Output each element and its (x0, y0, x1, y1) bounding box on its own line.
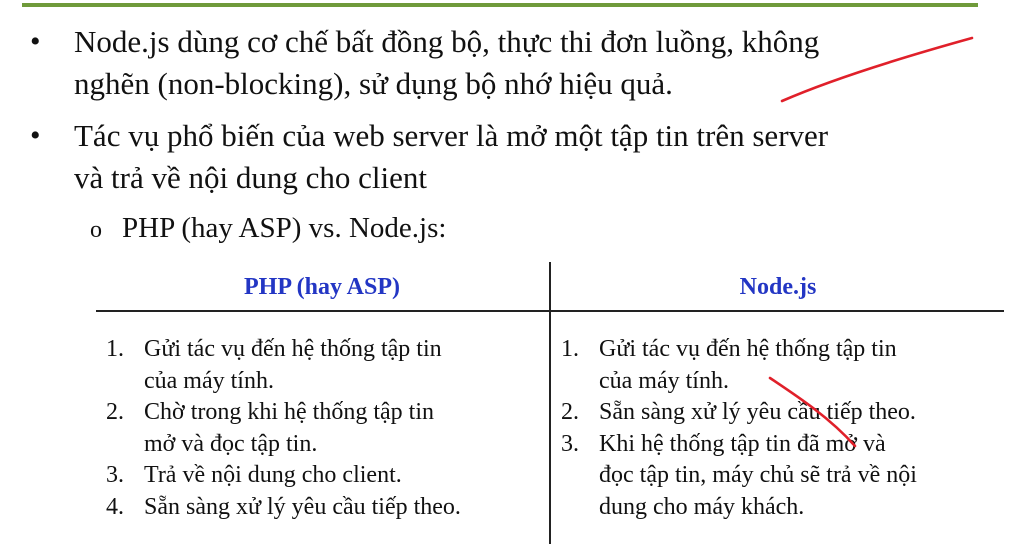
step-text: Khi hệ thống tập tin đã mở và (599, 430, 886, 457)
step-text-continuation: của máy tính. (599, 367, 729, 394)
list-item: 1. Gửi tác vụ đến hệ thống tập tin (561, 334, 917, 366)
step-number: 1. (561, 336, 579, 362)
step-text-continuation: đọc tập tin, máy chủ sẽ trả về nội (599, 462, 917, 488)
step-text: Sẵn sàng xử lý yêu cầu tiếp theo. (599, 399, 916, 425)
step-number: 2. (561, 399, 579, 425)
step-text-continuation: dung cho máy khách. (599, 493, 805, 520)
table-header-nodejs: Node.js (739, 274, 817, 300)
sub-bullet-text: PHP (hay ASP) vs. Node.js: (122, 212, 447, 244)
step-text: Gửi tác vụ đến hệ thống tập tin (599, 336, 897, 362)
nodejs-steps-list: 1. Gửi tác vụ đến hệ thống tập tin của m… (561, 334, 917, 523)
sub-bullet-marker: o (90, 217, 102, 243)
bullet-1-line-1: Node.js dùng cơ chế bất đồng bộ, thực th… (74, 24, 820, 59)
step-text-continuation: của máy tính. (144, 367, 274, 394)
step-text: Chờ trong khi hệ thống tập tin (144, 399, 435, 425)
step-text: Trả về nội dung cho client. (144, 462, 402, 488)
table-header-php: PHP (hay ASP) (243, 274, 400, 300)
list-item: 2. Chờ trong khi hệ thống tập tin (106, 397, 461, 429)
php-steps-list: 1. Gửi tác vụ đến hệ thống tập tin của m… (106, 334, 461, 523)
table-column-divider (549, 262, 551, 544)
step-number: 4. (106, 493, 124, 520)
list-item: 1. Gửi tác vụ đến hệ thống tập tin (106, 334, 461, 366)
bullet-1-line-2: nghẽn (non-blocking), sử dụng bộ nhớ hiệ… (74, 66, 673, 101)
step-number: 1. (106, 336, 124, 362)
list-item: 4. Sẵn sàng xử lý yêu cầu tiếp theo. (106, 492, 461, 524)
list-item: 3. Khi hệ thống tập tin đã mở và (561, 429, 917, 461)
step-number: 3. (106, 462, 124, 488)
bullet-2-line-2: và trả về nội dung cho client (74, 160, 427, 195)
title-underline (22, 3, 978, 7)
step-number: 3. (561, 430, 579, 457)
list-item: 3. Trả về nội dung cho client. (106, 460, 461, 492)
list-item: 2. Sẵn sàng xử lý yêu cầu tiếp theo. (561, 397, 917, 429)
bullet-2-line-1: Tác vụ phổ biến của web server là mở một… (74, 118, 829, 153)
bullet-marker: • (30, 25, 41, 58)
step-text: Sẵn sàng xử lý yêu cầu tiếp theo. (144, 493, 461, 520)
step-text: Gửi tác vụ đến hệ thống tập tin (144, 336, 442, 362)
table-header-divider (96, 310, 1004, 312)
step-number: 2. (106, 399, 124, 425)
bullet-marker: • (30, 119, 41, 152)
step-text-continuation: mở và đọc tập tin. (144, 430, 318, 457)
